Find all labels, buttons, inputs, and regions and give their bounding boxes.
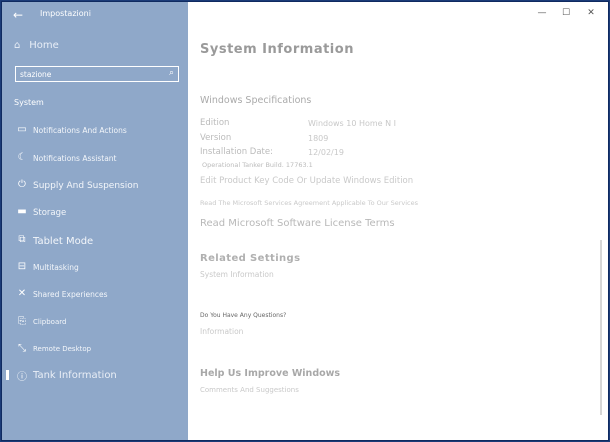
minimize-button[interactable]: —: [534, 8, 550, 18]
info-icon: ⓘ: [17, 372, 27, 383]
scrollbar[interactable]: [600, 240, 602, 415]
sidebar-item-remote-desktop[interactable]: ⤡ Remote Desktop: [2, 339, 188, 361]
remote-desktop-icon: ⤡: [18, 343, 26, 354]
selection-indicator: [6, 370, 9, 380]
spec-label: Version: [200, 133, 232, 143]
search-input[interactable]: [18, 67, 162, 81]
search-box[interactable]: ⌕: [15, 66, 179, 82]
sidebar-item-label: Shared Experiences: [33, 290, 108, 299]
spec-value: Windows 10 Home N I: [308, 119, 397, 128]
spec-label: Edition: [200, 118, 230, 128]
shared-icon: ✕: [17, 288, 27, 299]
search-icon[interactable]: ⌕: [169, 68, 174, 78]
settings-window: ← Impostazioni ⌂ Home ⌕ System ▭ Notific…: [2, 2, 608, 440]
spec-value: 12/02/19: [308, 148, 344, 157]
window-title: Impostazioni: [40, 9, 91, 18]
back-arrow-icon[interactable]: ←: [10, 7, 26, 23]
sidebar-item-label: Tank Information: [33, 370, 117, 381]
spec-value: 1809: [308, 134, 329, 143]
sidebar: ← Impostazioni ⌂ Home ⌕ System ▭ Notific…: [2, 2, 188, 440]
sidebar-item-storage[interactable]: ▬ Storage: [2, 202, 188, 224]
home-icon: ⌂: [14, 40, 21, 51]
multitasking-icon: ⊟: [17, 261, 27, 272]
sidebar-item-clipboard[interactable]: ⎘ Clipboard: [2, 312, 188, 334]
sidebar-item-notifications-actions[interactable]: ▭ Notifications And Actions: [2, 120, 188, 142]
power-icon: ⏻: [18, 179, 26, 190]
specs-heading: Windows Specifications: [200, 95, 312, 106]
sidebar-item-tank-information[interactable]: ⓘ Tank Information: [2, 364, 188, 386]
maximize-button[interactable]: ☐: [558, 8, 574, 18]
sidebar-item-shared-experiences[interactable]: ✕ Shared Experiences: [2, 284, 188, 306]
product-key-link[interactable]: Edit Product Key Code Or Update Windows …: [200, 176, 413, 186]
sidebar-item-label: Tablet Mode: [33, 236, 94, 247]
sidebar-item-tablet-mode[interactable]: ⧉ Tablet Mode: [2, 230, 188, 252]
questions-heading: Do You Have Any Questions?: [200, 312, 287, 319]
tablet-icon: ⧉: [18, 234, 26, 245]
sidebar-item-notifications-assistant[interactable]: ☾ Notifications Assistant: [2, 148, 188, 170]
sidebar-item-label: Multitasking: [33, 263, 79, 272]
sidebar-item-label: Clipboard: [33, 318, 67, 326]
sidebar-item-label: Remote Desktop: [33, 345, 92, 353]
sidebar-item-label: Supply And Suspension: [33, 181, 139, 191]
sidebar-item-label: Storage: [33, 208, 67, 218]
services-agreement-link[interactable]: Read The Microsoft Services Agreement Ap…: [200, 199, 418, 207]
sidebar-item-home[interactable]: ⌂ Home: [14, 40, 59, 56]
clipboard-icon: ⎘: [18, 316, 26, 327]
sidebar-item-multitasking[interactable]: ⊟ Multitasking: [2, 257, 188, 279]
moon-icon: ☾: [17, 152, 27, 163]
license-terms-link[interactable]: Read Microsoft Software License Terms: [200, 218, 395, 229]
title-bar: ← Impostazioni: [2, 2, 188, 28]
related-system-info-link[interactable]: System Information: [200, 270, 274, 279]
os-build-text: Operational Tanker Build. 17763.1: [202, 161, 313, 169]
related-settings-heading: Related Settings: [200, 253, 301, 264]
storage-icon: ▬: [17, 206, 27, 217]
page-title: System Information: [200, 42, 354, 57]
section-label-system: System: [14, 98, 44, 107]
monitor-icon: ▭: [17, 124, 27, 135]
improve-heading: Help Us Improve Windows: [200, 368, 341, 379]
home-label: Home: [29, 40, 59, 51]
sidebar-item-supply-suspension[interactable]: ⏻ Supply And Suspension: [2, 175, 188, 197]
close-button[interactable]: ✕: [583, 8, 599, 18]
comments-suggestions-link[interactable]: Comments And Suggestions: [200, 386, 299, 394]
sidebar-item-label: Notifications Assistant: [33, 154, 117, 163]
sidebar-item-label: Notifications And Actions: [33, 126, 127, 135]
questions-information-link[interactable]: Information: [200, 327, 243, 336]
main-content: — ☐ ✕ System Information Windows Specifi…: [188, 2, 608, 440]
spec-label: Installation Date:: [200, 147, 273, 157]
